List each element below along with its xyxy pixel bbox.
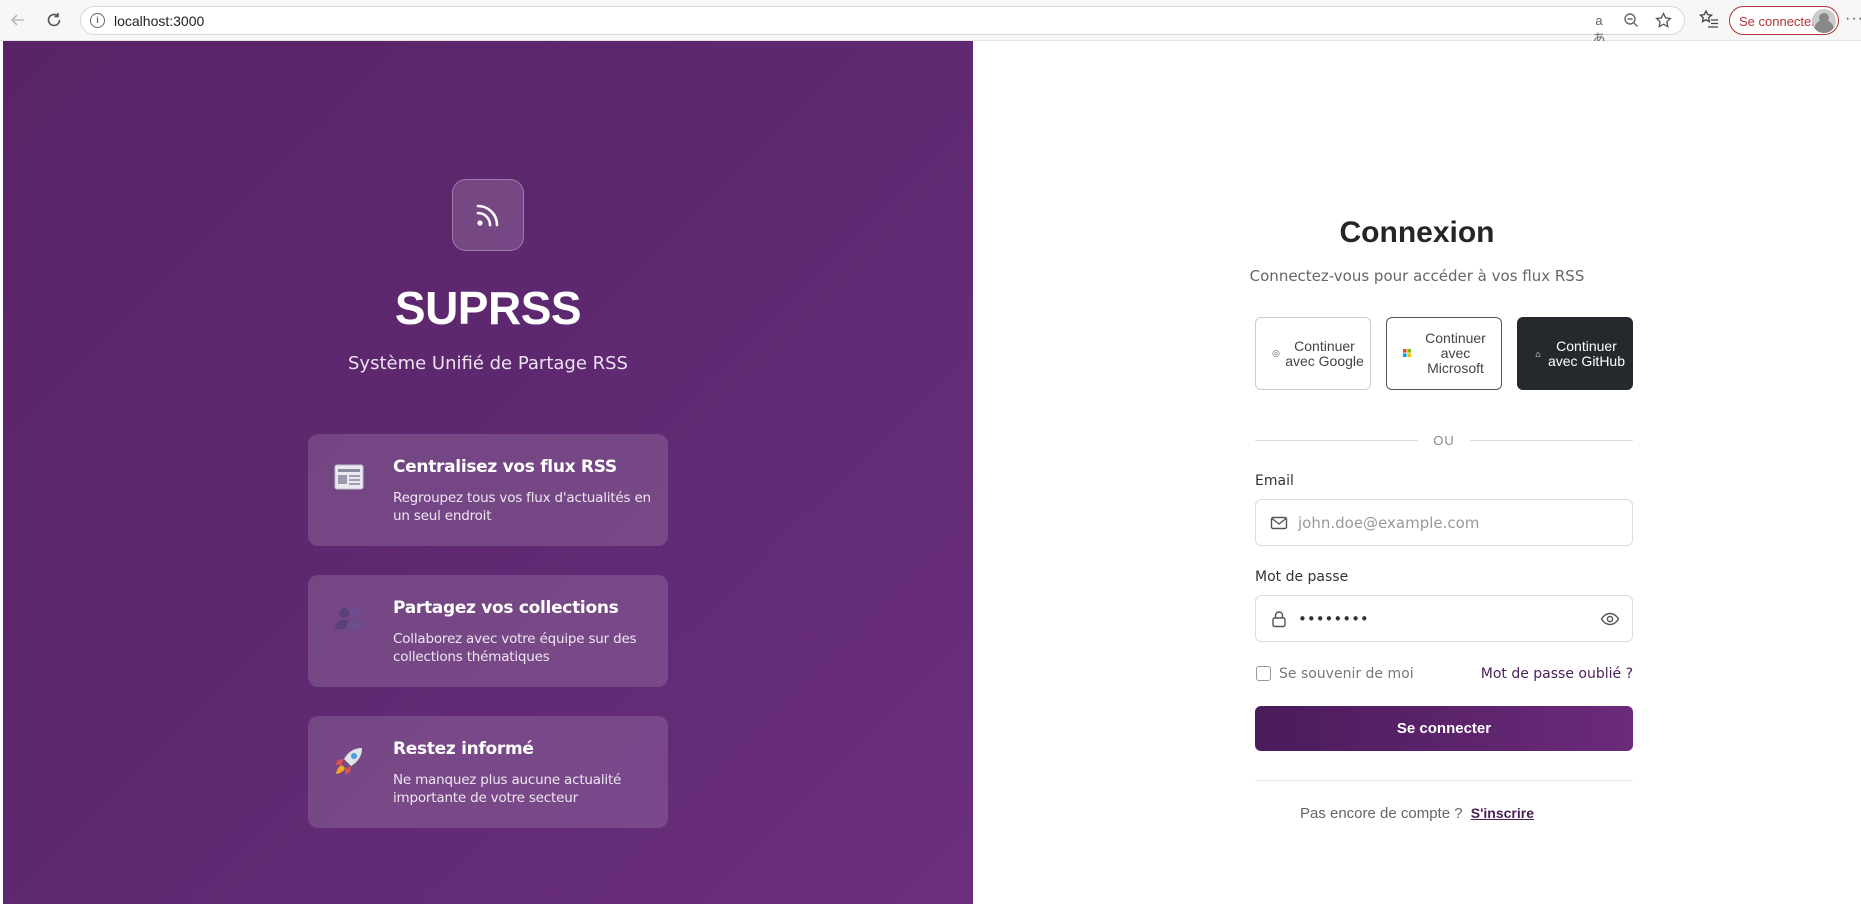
profile-label: Se connecter: [1739, 14, 1816, 29]
password-label: Mot de passe: [1255, 569, 1349, 585]
feature-description: Collaborez avec votre équipe sur des col…: [393, 631, 637, 665]
microsoft-icon: [1400, 348, 1414, 359]
more-icon[interactable]: ···: [1845, 10, 1861, 28]
brand-panel: SUPRSS Système Unifié de Partage RSS Cen…: [3, 41, 973, 904]
or-text: OU: [1433, 433, 1455, 448]
rss-icon: [452, 179, 524, 251]
reload-icon[interactable]: [42, 8, 66, 32]
newspaper-icon: [332, 464, 366, 498]
remember-label[interactable]: Se souvenir de moi: [1279, 666, 1414, 682]
address-bar[interactable]: i localhost:3000 aあ: [80, 6, 1685, 46]
separator: [1255, 780, 1633, 781]
email-label: Email: [1255, 473, 1294, 489]
profile-button[interactable]: Se connecter: [1729, 6, 1839, 35]
login-panel: Connexion Connectez-vous pour accéder à …: [973, 41, 1861, 904]
favorites-icon[interactable]: [1698, 9, 1721, 31]
google-login-button[interactable]: ◎ Continuer avec Google: [1255, 317, 1371, 390]
feature-title: Restez informé: [393, 739, 534, 759]
favorite-star-icon[interactable]: [1654, 11, 1672, 30]
github-icon: ⌂: [1535, 348, 1541, 359]
brand-tagline: Système Unifié de Partage RSS: [347, 353, 628, 374]
forgot-password-link[interactable]: Mot de passe oublié ?: [1481, 666, 1633, 682]
browser-toolbar: i localhost:3000 aあ Se connecter ···: [0, 0, 1861, 46]
show-password-icon[interactable]: [1600, 610, 1620, 628]
or-divider: OU: [1255, 431, 1633, 451]
password-input[interactable]: [1298, 596, 1588, 641]
lock-icon: [1270, 610, 1288, 628]
feature-card: Centralisez vos flux RSS Regroupez tous …: [308, 434, 668, 546]
feature-title: Partagez vos collections: [393, 598, 619, 618]
translate-icon[interactable]: aあ: [1590, 12, 1608, 46]
site-info-icon[interactable]: i: [90, 13, 105, 28]
no-account-text: Pas encore de compte ?: [1299, 805, 1463, 822]
signup-row: Pas encore de compte ? S'inscrire: [973, 805, 1861, 822]
feature-card: Partagez vos collections Collaborez avec…: [308, 575, 668, 687]
people-icon: [332, 605, 366, 639]
feature-description: Ne manquez plus aucune actualité importa…: [393, 772, 622, 806]
url-text[interactable]: localhost:3000: [114, 13, 204, 29]
login-button[interactable]: Se connecter: [1255, 706, 1633, 751]
page-subtitle: Connectez-vous pour accéder à vos flux R…: [1249, 267, 1585, 285]
microsoft-login-label: Continuer avec Microsoft: [1425, 330, 1486, 376]
feature-card: Restez informé Ne manquez plus aucune ac…: [308, 716, 668, 828]
google-login-label: Continuer avec Google: [1285, 337, 1364, 369]
zoom-out-icon[interactable]: [1622, 12, 1640, 30]
signup-link[interactable]: S'inscrire: [1471, 805, 1534, 821]
feature-description: Regroupez tous vos flux d'actualités en …: [393, 490, 651, 524]
microsoft-login-button[interactable]: Continuer avec Microsoft: [1386, 317, 1502, 390]
remember-checkbox[interactable]: [1256, 666, 1271, 681]
brand-name: SUPRSS: [394, 282, 582, 334]
github-login-label: Continuer avec GitHub: [1547, 337, 1626, 369]
github-login-button[interactable]: ⌂ Continuer avec GitHub: [1517, 317, 1633, 390]
feature-title: Centralisez vos flux RSS: [393, 457, 617, 477]
avatar: [1812, 9, 1836, 33]
page-title: Connexion: [1339, 216, 1495, 249]
rocket-icon: [332, 746, 366, 780]
mail-icon: [1270, 514, 1288, 532]
password-field[interactable]: [1255, 595, 1633, 642]
google-icon: ◎: [1272, 348, 1280, 358]
email-input[interactable]: [1298, 500, 1588, 545]
email-field[interactable]: [1255, 499, 1633, 546]
back-icon[interactable]: [6, 8, 30, 32]
